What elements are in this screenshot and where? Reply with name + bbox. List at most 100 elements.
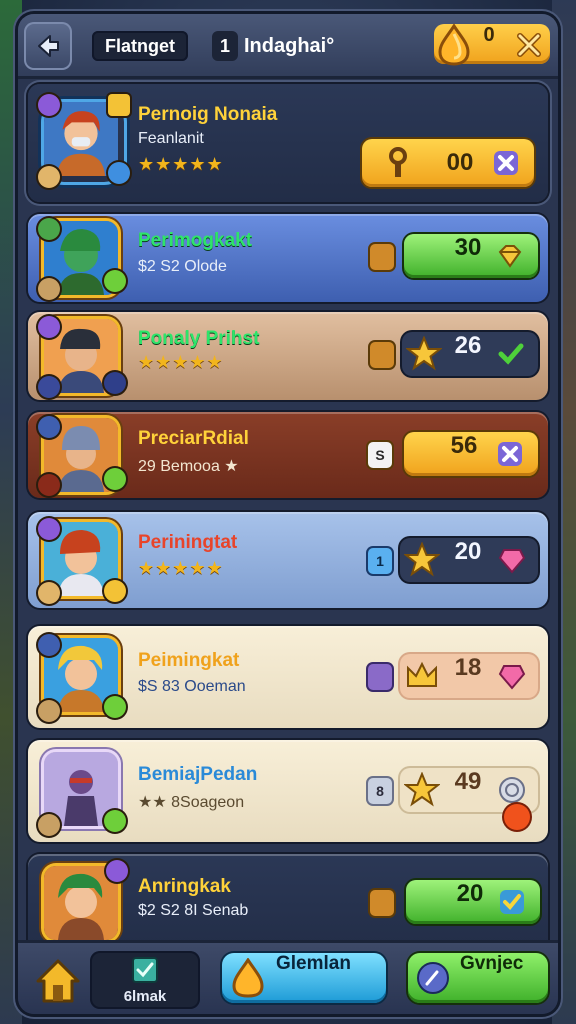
row-title: Peimingkat xyxy=(138,650,240,671)
element-badge-icon xyxy=(38,700,60,722)
price-value: 00 xyxy=(446,149,474,176)
row-title: PreciarRdial xyxy=(138,428,249,449)
list-item[interactable]: PreciarRdial 29 Bemooa ★ S 56 xyxy=(28,412,548,498)
nav-mark-label: 6lmak xyxy=(123,988,167,1005)
box-check-icon xyxy=(132,957,158,983)
gold-drop-icon xyxy=(232,958,264,998)
gem-badge-icon xyxy=(104,372,126,394)
gem-badge-icon xyxy=(104,468,126,490)
lock-icon xyxy=(368,664,392,690)
element-badge-icon xyxy=(38,376,60,398)
element-badge-icon xyxy=(38,474,60,496)
back-button[interactable] xyxy=(24,22,72,70)
price-button[interactable]: 30 xyxy=(404,234,538,278)
price-button[interactable]: 18 xyxy=(400,654,538,698)
star-icon xyxy=(404,542,440,577)
currency-value: 0 xyxy=(483,24,495,46)
class-badge-icon xyxy=(38,218,60,240)
price-value: 56 xyxy=(450,432,478,459)
element-badge-icon xyxy=(38,278,60,300)
price-value: 30 xyxy=(454,234,482,261)
class-badge-icon xyxy=(38,518,60,540)
price-button[interactable]: 56 xyxy=(404,432,538,476)
pink-gem-icon xyxy=(498,549,526,574)
class-badge-icon xyxy=(38,316,60,338)
nav-button-primary[interactable]: Glemlan xyxy=(222,953,386,1003)
price-value: 20 xyxy=(456,880,484,907)
list-item[interactable]: Peimingkat $S 83 Ooeman 18 xyxy=(28,626,548,728)
star-icon xyxy=(406,336,442,371)
lock-badge: 8 xyxy=(368,778,392,804)
lock-icon xyxy=(370,244,394,270)
check-icon xyxy=(500,890,524,914)
list-item[interactable]: BemiajPedan ★★ 8Soageon 8 49 xyxy=(28,740,548,842)
list-item[interactable]: Anringkak $2 S2 8I Senab 20 xyxy=(28,854,548,954)
row-title: Periningtat xyxy=(138,532,238,553)
bottom-nav: 6lmak Glemlan Gvnjec xyxy=(18,940,558,1014)
nav-button-secondary-label: Gvnjec xyxy=(460,953,524,974)
price-value: 18 xyxy=(454,654,482,681)
row-title: Pernoig Nonaia xyxy=(138,104,278,125)
price-button[interactable]: 00 xyxy=(362,139,534,187)
lock-icon xyxy=(370,890,394,916)
element-badge-icon xyxy=(38,582,60,604)
back-arrow-icon xyxy=(38,35,59,57)
cross-icon xyxy=(494,151,518,175)
pink-gem-icon xyxy=(498,665,526,690)
gem-badge-icon xyxy=(104,696,126,718)
rank-badge-icon xyxy=(108,94,130,116)
price-value: 26 xyxy=(454,332,482,359)
list-item[interactable]: Periningtat ★★★★★ 1 20 xyxy=(28,512,548,608)
row-subtitle: $S 83 Ooeman xyxy=(138,678,246,695)
lock-badge: S xyxy=(368,442,392,468)
row-subtitle: $2 S2 8I Senab xyxy=(138,902,249,919)
home-icon[interactable] xyxy=(32,955,84,1007)
row-subtitle: ★★ 8Soageon xyxy=(138,794,245,811)
price-value: 49 xyxy=(454,768,482,795)
compass-icon xyxy=(417,962,449,994)
top-bar: Flatnget 1 Indaghai° 0 xyxy=(18,14,558,79)
price-value: 20 xyxy=(454,538,482,565)
list-item[interactable]: Ponaly Prihst ★★★★★ 26 xyxy=(28,312,548,400)
gem-badge-icon xyxy=(104,580,126,602)
row-subtitle: $2 S2 Olode xyxy=(138,258,227,275)
row-subtitle: Feanlanit xyxy=(138,130,204,147)
star-rating: ★★★★★ xyxy=(138,558,224,579)
row-title: Perimogkakt xyxy=(138,230,253,251)
close-icon[interactable] xyxy=(516,32,542,58)
currency-counter[interactable]: 0 xyxy=(434,23,550,66)
nav-button-secondary[interactable]: Gvnjec xyxy=(408,953,548,1003)
row-title: BemiajPedan xyxy=(138,764,258,785)
offer-list: Pernoig Nonaia Feanlanit ★★★★★ 00 Perimo… xyxy=(18,80,558,954)
crown-icon xyxy=(407,661,437,687)
lock-badge: 1 xyxy=(368,548,392,574)
list-item[interactable]: Pernoig Nonaia Feanlanit ★★★★★ 00 xyxy=(28,84,548,202)
rank-badge-icon xyxy=(106,860,128,882)
lock-icon xyxy=(370,342,394,368)
row-title: Anringkak xyxy=(138,876,231,897)
price-button[interactable]: 26 xyxy=(402,332,538,376)
row-subtitle: 29 Bemooa ★ xyxy=(138,458,239,475)
row-title: Ponaly Prihst xyxy=(138,328,260,349)
key-icon xyxy=(389,147,407,177)
nav-button-primary-label: Glemlan xyxy=(276,953,351,974)
class-badge-icon xyxy=(38,416,60,438)
star-icon xyxy=(404,772,440,807)
tab-flatnget[interactable]: Flatnget xyxy=(92,31,188,61)
shop-panel: Flatnget 1 Indaghai° 0 Pernoig Nonaia Fe… xyxy=(18,14,558,1014)
cross-icon xyxy=(498,442,522,466)
class-badge-icon xyxy=(38,634,60,656)
price-button[interactable]: 20 xyxy=(406,880,540,924)
list-item[interactable]: Perimogkakt $2 S2 Olode 30 xyxy=(28,214,548,302)
gem-badge-icon xyxy=(104,810,126,832)
tab-number: 1 xyxy=(212,31,238,61)
gem-icon xyxy=(498,245,522,268)
star-rating: ★★★★★ xyxy=(138,352,224,373)
tab-indaghai[interactable]: Indaghai° xyxy=(244,31,334,61)
price-button[interactable]: 20 xyxy=(400,538,538,582)
gold-drop-icon xyxy=(438,23,470,66)
nav-mark-button[interactable]: 6lmak xyxy=(90,951,200,1009)
notification-dot xyxy=(504,804,530,830)
check-icon xyxy=(498,343,524,365)
gem-badge-icon xyxy=(104,270,126,292)
